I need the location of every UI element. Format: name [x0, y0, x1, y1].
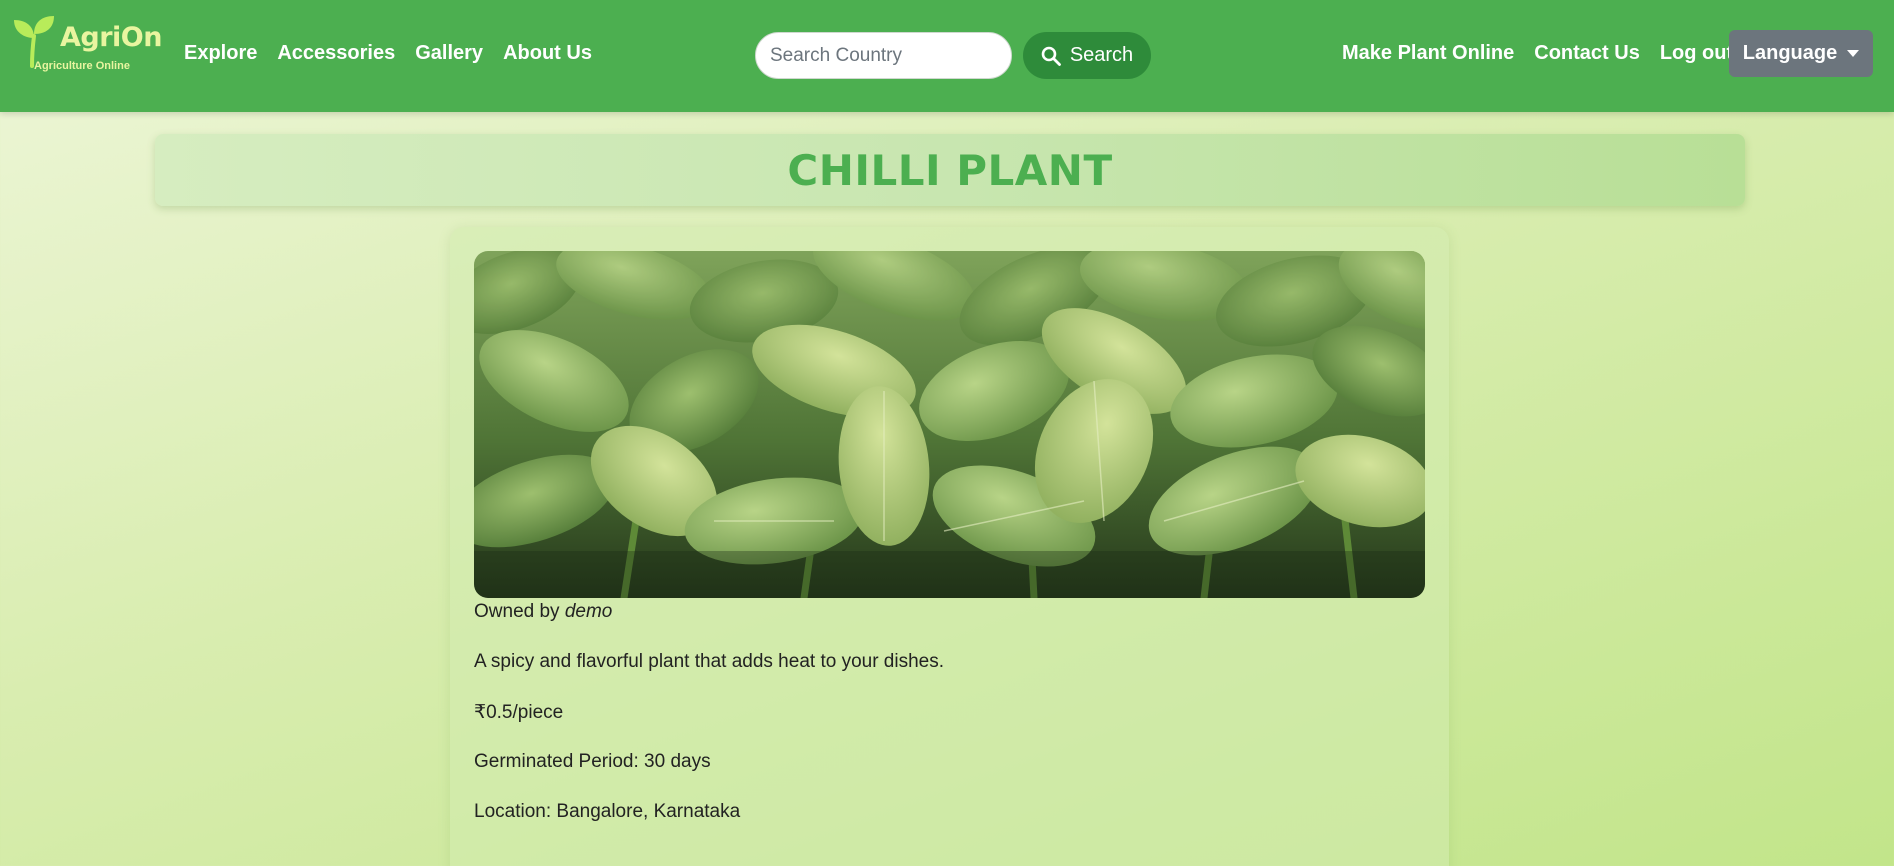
- plant-description: A spicy and flavorful plant that adds he…: [474, 651, 945, 672]
- secondary-nav: Make Plant Online Contact Us Log out: [1342, 42, 1733, 65]
- search-icon: [1041, 46, 1061, 66]
- nav-make-plant-online-link[interactable]: Make Plant Online: [1342, 42, 1514, 65]
- language-label: Language: [1742, 42, 1838, 64]
- language-dropdown-button[interactable]: Language: [1729, 30, 1873, 77]
- plant-image: [474, 251, 1425, 598]
- nav-accessories-link[interactable]: Accessories: [277, 42, 395, 65]
- plant-location: Location: Bangalore, Karnataka: [474, 801, 741, 822]
- brand-tagline: Agriculture Online: [34, 60, 130, 72]
- search-country-input[interactable]: [755, 32, 1012, 79]
- brand-logo-link[interactable]: AgriOn Agriculture Online: [12, 12, 162, 76]
- plant-detail-card: Owned by demo A spicy and flavorful plan…: [450, 227, 1449, 866]
- top-navbar: AgriOn Agriculture Online Explore Access…: [0, 0, 1894, 112]
- plant-owner-line: Owned by demo: [474, 601, 612, 623]
- primary-nav: Explore Accessories Gallery About Us: [184, 42, 592, 65]
- plant-germinated-period: Germinated Period: 30 days: [474, 751, 711, 772]
- owner-prefix: Owned by: [474, 601, 560, 622]
- caret-down-icon: [1847, 50, 1860, 57]
- nav-explore-link[interactable]: Explore: [184, 42, 257, 65]
- nav-about-us-link[interactable]: About Us: [503, 42, 592, 65]
- nav-gallery-link[interactable]: Gallery: [415, 42, 483, 65]
- nav-log-out-link[interactable]: Log out: [1660, 42, 1733, 65]
- chilli-plant-photo: [474, 251, 1425, 598]
- plant-title-banner: CHILLI PLANT: [155, 134, 1745, 206]
- page-title: CHILLI PLANT: [787, 145, 1113, 195]
- search-button-label: Search: [1069, 44, 1134, 66]
- nav-contact-us-link[interactable]: Contact Us: [1534, 42, 1640, 65]
- brand-name: AgriOn: [60, 22, 162, 53]
- search-button[interactable]: Search: [1023, 32, 1151, 79]
- owner-name: demo: [564, 601, 613, 622]
- plant-price: ₹0.5/piece: [474, 702, 564, 723]
